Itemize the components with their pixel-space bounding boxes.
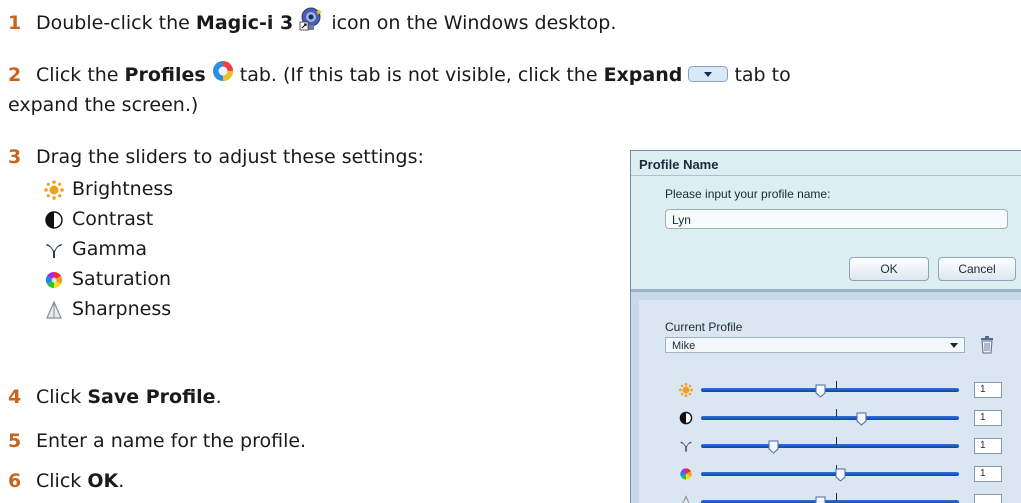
setting-brightness: Brightness — [44, 176, 173, 202]
setting-saturation: Saturation — [44, 266, 171, 292]
slider-thumb[interactable] — [768, 440, 779, 454]
slider-track[interactable] — [701, 388, 959, 392]
contrast-half-circle-icon — [44, 210, 64, 230]
step-number: 1 — [8, 12, 22, 34]
current-profile-select[interactable]: Mike — [665, 337, 965, 353]
slider-track[interactable] — [701, 472, 959, 476]
slider-thumb[interactable] — [856, 412, 867, 426]
slider-center-tick — [836, 437, 837, 445]
gamma-icon — [44, 240, 64, 260]
step-text: tab. (If this tab is not visible, click … — [233, 64, 604, 86]
step-text: tab to — [728, 64, 791, 86]
setting-label: Saturation — [72, 268, 172, 290]
step-number: 6 — [8, 470, 22, 492]
current-profile-label: Current Profile — [665, 320, 743, 334]
slider-center-tick — [836, 381, 837, 389]
step-text: Drag the sliders to adjust these setting… — [36, 146, 424, 168]
step-number: 5 — [8, 430, 22, 452]
setting-gamma: Gamma — [44, 236, 147, 262]
step-text: Click the — [36, 64, 125, 86]
panel-title: Profile Name — [631, 157, 1021, 176]
slider-area: Current Profile Mike 1 1 1 1 — [639, 300, 1021, 503]
slider-value-box[interactable]: 1 — [974, 382, 1002, 398]
expand-tab-icon — [688, 61, 729, 91]
step-2: 2 Click the Profiles tab. (If this tab is… — [8, 60, 791, 91]
chevron-down-icon — [950, 343, 958, 348]
contrast-half-circle-icon — [679, 411, 693, 425]
step-4: 4 Click Save Profile. — [8, 382, 222, 412]
setting-label: Brightness — [72, 178, 174, 200]
step-text: Double-click the — [36, 12, 196, 34]
brightness-sun-icon — [679, 383, 693, 397]
profile-name-panel: Profile Name Please input your profile n… — [631, 151, 1021, 289]
step-3: 3 Drag the sliders to adjust these settin… — [8, 142, 424, 172]
step-text: Enter a name for the profile. — [36, 430, 307, 452]
ok-button[interactable]: OK — [849, 257, 929, 281]
step-text: expand the screen.) — [8, 94, 199, 116]
gamma-icon — [679, 439, 693, 453]
step-number: 2 — [8, 64, 22, 86]
slider-value-box[interactable]: 1 — [974, 438, 1002, 454]
setting-label: Gamma — [72, 238, 148, 260]
slider-center-tick — [836, 409, 837, 417]
step-text: icon on the Windows desktop. — [325, 12, 617, 34]
step-text: . — [118, 470, 125, 492]
slider-center-tick — [836, 493, 837, 501]
setting-sharpness: Sharpness — [44, 296, 171, 322]
step-number: 3 — [8, 146, 22, 168]
slider-thumb[interactable] — [815, 384, 826, 398]
step-1: 1 Double-click the Magic-i 3 icon on the … — [8, 6, 616, 41]
cancel-button[interactable]: Cancel — [938, 257, 1016, 281]
step-bold: Profiles — [124, 64, 206, 86]
slider-thumb[interactable] — [835, 468, 846, 482]
profile-dialog-screenshot: Profile Name Please input your profile n… — [630, 150, 1021, 503]
slider-value-box[interactable]: 1 — [974, 410, 1002, 426]
step-6: 6 Click OK. — [8, 466, 124, 496]
slider-value-box[interactable]: 1 — [974, 466, 1002, 482]
brightness-sun-icon — [44, 179, 64, 200]
step-5: 5 Enter a name for the profile. — [8, 426, 306, 456]
saturation-color-wheel-icon — [44, 270, 64, 290]
sharpness-triangle-icon — [44, 300, 64, 320]
step-text: Click — [36, 470, 88, 492]
step-bold: Save Profile — [87, 386, 216, 408]
magic-i-webcam-icon — [299, 6, 325, 41]
step-bold: OK — [87, 470, 119, 492]
step-text: . — [215, 386, 222, 408]
current-profile-value: Mike — [672, 340, 696, 352]
setting-label: Contrast — [72, 208, 154, 230]
slider-track[interactable] — [701, 416, 959, 420]
delete-profile-trash-icon[interactable] — [980, 336, 994, 357]
step-bold: Magic-i 3 — [195, 12, 294, 34]
slider-track[interactable] — [701, 444, 959, 448]
setting-label: Sharpness — [72, 298, 172, 320]
step-bold: Expand — [603, 64, 683, 86]
profile-name-input[interactable]: Lyn — [665, 209, 1008, 229]
current-profile-panel: Current Profile Mike 1 1 1 1 — [631, 289, 1021, 503]
setting-contrast: Contrast — [44, 206, 153, 232]
profile-name-prompt: Please input your profile name: — [665, 187, 831, 201]
profiles-tab-icon — [212, 60, 234, 91]
saturation-color-wheel-icon — [679, 467, 693, 481]
step-text: Click — [36, 386, 88, 408]
step-number: 4 — [8, 386, 22, 408]
step-2-continuation: expand the screen.) — [8, 90, 198, 120]
